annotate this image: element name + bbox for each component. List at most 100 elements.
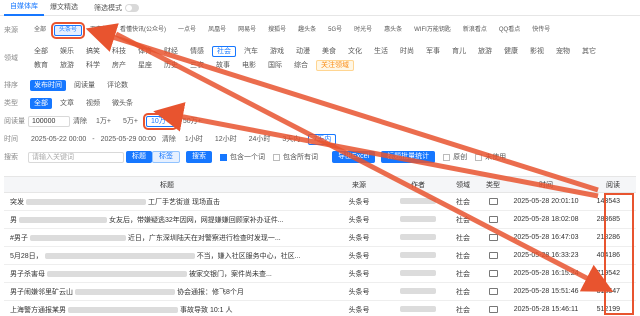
domain-option-19[interactable]: 影视	[526, 46, 548, 57]
time-option-4[interactable]: 7天内	[308, 133, 337, 145]
domain-option-1[interactable]: 娱乐	[56, 46, 78, 57]
domain-option-15[interactable]: 军事	[422, 46, 444, 57]
source-option-13[interactable]: 新浪看点	[459, 25, 491, 36]
source-option-3[interactable]: 看懂快讯(公众号)	[116, 25, 170, 36]
row-domain: 社会	[456, 270, 470, 278]
domain-line2-option-3[interactable]: 房产	[108, 60, 130, 71]
reads-option-2[interactable]: 10万+	[142, 112, 178, 130]
row-title[interactable]: 突发 工厂手艺街道 现场直击	[4, 197, 330, 207]
source-option-1[interactable]: 头条号	[51, 21, 86, 39]
row-title[interactable]: 上海警方通报某男 事故导致 10:1 人	[4, 305, 330, 315]
domain-option-3[interactable]: 科技	[108, 46, 130, 57]
search-mode-tag[interactable]: 标签	[152, 151, 180, 163]
reads-option-0[interactable]: 1万+	[92, 116, 115, 127]
type-option-1[interactable]: 文章	[56, 98, 78, 109]
time-end-input[interactable]: 2025-05-29 00:00	[101, 136, 156, 143]
follow-domain-tag[interactable]: 关注领域	[316, 59, 354, 71]
tab-hot-articles[interactable]: 爆文精选	[44, 0, 84, 15]
reads-clear-button[interactable]: 清除	[73, 116, 87, 126]
time-clear-button[interactable]: 清除	[162, 134, 176, 144]
sort-option-2[interactable]: 评论数	[103, 80, 132, 91]
sort-option-0[interactable]: 发布时间	[30, 79, 66, 91]
domain-option-0[interactable]: 全部	[30, 46, 52, 57]
tab-media-library[interactable]: 自媒体库	[4, 0, 44, 16]
source-option-15[interactable]: 快传号	[528, 25, 554, 36]
source-option-5[interactable]: 凤凰号	[204, 25, 230, 36]
domain-option-20[interactable]: 宠物	[552, 46, 574, 57]
row-title[interactable]: 男子杀害母 被家交银门，案件尚未查...	[4, 269, 330, 279]
domain-option-9[interactable]: 游戏	[266, 46, 288, 57]
domain-option-7[interactable]: 社会	[212, 45, 236, 57]
table-row[interactable]: #男子 近日，广东深圳陆天在对警察进行检查时发现一... 头条号 社会 2025-05-…	[4, 229, 636, 247]
domain-option-6[interactable]: 情感	[186, 46, 208, 57]
row-title[interactable]: #男子 近日，广东深圳陆天在对警察进行检查时发现一...	[4, 233, 330, 243]
type-option-0[interactable]: 全部	[30, 97, 52, 109]
source-option-7[interactable]: 搜狐号	[264, 25, 290, 36]
table-row[interactable]: 5月28日， 不当，嫌入社区服务中心，社区... 头条号 社会 2025-05-28 1…	[4, 247, 636, 265]
source-option-0[interactable]: 全部	[30, 25, 50, 36]
table-row[interactable]: 男子闹嫌邻里矿云山 协会通报：修飞8个月 头条号 社会 2025-05-28 15:51…	[4, 283, 636, 301]
contains-one-checkbox[interactable]: 包含一个词	[220, 152, 265, 162]
time-option-0[interactable]: 1小时	[181, 134, 207, 145]
domain-line2-option-10[interactable]: 综合	[290, 60, 312, 71]
domain-option-5[interactable]: 财经	[160, 46, 182, 57]
table-row[interactable]: 突发 工厂手艺街道 现场直击 头条号 社会 2025-05-28 20:01:10 143…	[4, 193, 636, 211]
row-title[interactable]: 男 女友后，带嫌疑逃32年因网，网提嫌嫌回顾家补办证件...	[4, 215, 330, 225]
domain-line2-option-2[interactable]: 科学	[82, 60, 104, 71]
filter-mode-toggle[interactable]	[125, 3, 139, 12]
source-option-10[interactable]: 时光号	[350, 25, 376, 36]
table-row[interactable]: 上海警方通报某男 事故导致 10:1 人 头条号 社会 2025-05-28 15:46…	[4, 301, 636, 316]
not-used-checkbox[interactable]: 未使用	[475, 152, 506, 162]
reads-option-1[interactable]: 5万+	[119, 116, 142, 127]
export-excel-button[interactable]: 导出Excel	[332, 151, 376, 163]
source-option-12[interactable]: WIFI万能钥匙	[410, 25, 455, 36]
domain-option-11[interactable]: 美食	[318, 46, 340, 57]
original-checkbox[interactable]: 原创	[443, 152, 467, 162]
row-title[interactable]: 男子闹嫌邻里矿云山 协会通报：修飞8个月	[4, 287, 330, 297]
sort-option-1[interactable]: 阅读量	[70, 80, 99, 91]
domain-line2-option-8[interactable]: 电影	[238, 60, 260, 71]
domain-option-2[interactable]: 搞笑	[82, 46, 104, 57]
reads-option-3[interactable]: 50万+	[179, 116, 206, 127]
source-option-9[interactable]: 5G号	[324, 25, 346, 36]
table-row[interactable]: 男子杀害母 被家交银门，案件尚未查... 头条号 社会 2025-05-28 16:15…	[4, 265, 636, 283]
domain-line2-option-4[interactable]: 星座	[134, 60, 156, 71]
domain-option-13[interactable]: 生活	[370, 46, 392, 57]
domain-line2-option-1[interactable]: 旅游	[56, 60, 78, 71]
domain-line2-option-6[interactable]: 三农	[186, 60, 208, 71]
source-option-2[interactable]: 百家号	[86, 25, 112, 36]
time-option-3[interactable]: 3天内	[278, 134, 304, 145]
header-domain: 领域	[456, 181, 470, 189]
domain-option-4[interactable]: 体育	[134, 46, 156, 57]
source-option-14[interactable]: QQ看点	[495, 25, 524, 36]
table-row[interactable]: 男 女友后，带嫌疑逃32年因网，网提嫌嫌回顾家补办证件... 头条号 社会 2025-0…	[4, 211, 636, 229]
source-option-6[interactable]: 网易号	[234, 25, 260, 36]
type-option-2[interactable]: 视频	[82, 98, 104, 109]
domain-option-14[interactable]: 时尚	[396, 46, 418, 57]
contains-all-checkbox[interactable]: 包含所有词	[273, 152, 318, 162]
search-input[interactable]: 请输入关键词	[28, 151, 124, 163]
batch-stats-button[interactable]: 标题批量统计	[381, 151, 436, 163]
domain-line2-option-5[interactable]: 历史	[160, 60, 182, 71]
domain-line2-option-7[interactable]: 故事	[212, 60, 234, 71]
source-option-4[interactable]: 一点号	[174, 25, 200, 36]
source-option-11[interactable]: 惠头条	[380, 25, 406, 36]
domain-option-8[interactable]: 汽车	[240, 46, 262, 57]
domain-option-18[interactable]: 健康	[500, 46, 522, 57]
domain-line2-option-9[interactable]: 国际	[264, 60, 286, 71]
domain-option-21[interactable]: 其它	[578, 46, 600, 57]
row-title[interactable]: 5月28日， 不当，嫌入社区服务中心，社区...	[4, 251, 330, 261]
source-option-8[interactable]: 趣头条	[294, 25, 320, 36]
search-button[interactable]: 搜索	[186, 151, 212, 163]
domain-line2-option-0[interactable]: 教育	[30, 60, 52, 71]
type-option-3[interactable]: 微头条	[108, 98, 137, 109]
time-start-input[interactable]: 2025-05-22 00:00	[31, 136, 86, 143]
domain-option-16[interactable]: 育儿	[448, 46, 470, 57]
domain-option-17[interactable]: 旅游	[474, 46, 496, 57]
time-option-2[interactable]: 24小时	[245, 134, 275, 145]
reads-input[interactable]: 100000	[28, 115, 70, 127]
domain-option-10[interactable]: 动漫	[292, 46, 314, 57]
time-option-1[interactable]: 12小时	[211, 134, 241, 145]
search-mode-title[interactable]: 标题	[126, 151, 152, 163]
domain-option-12[interactable]: 文化	[344, 46, 366, 57]
